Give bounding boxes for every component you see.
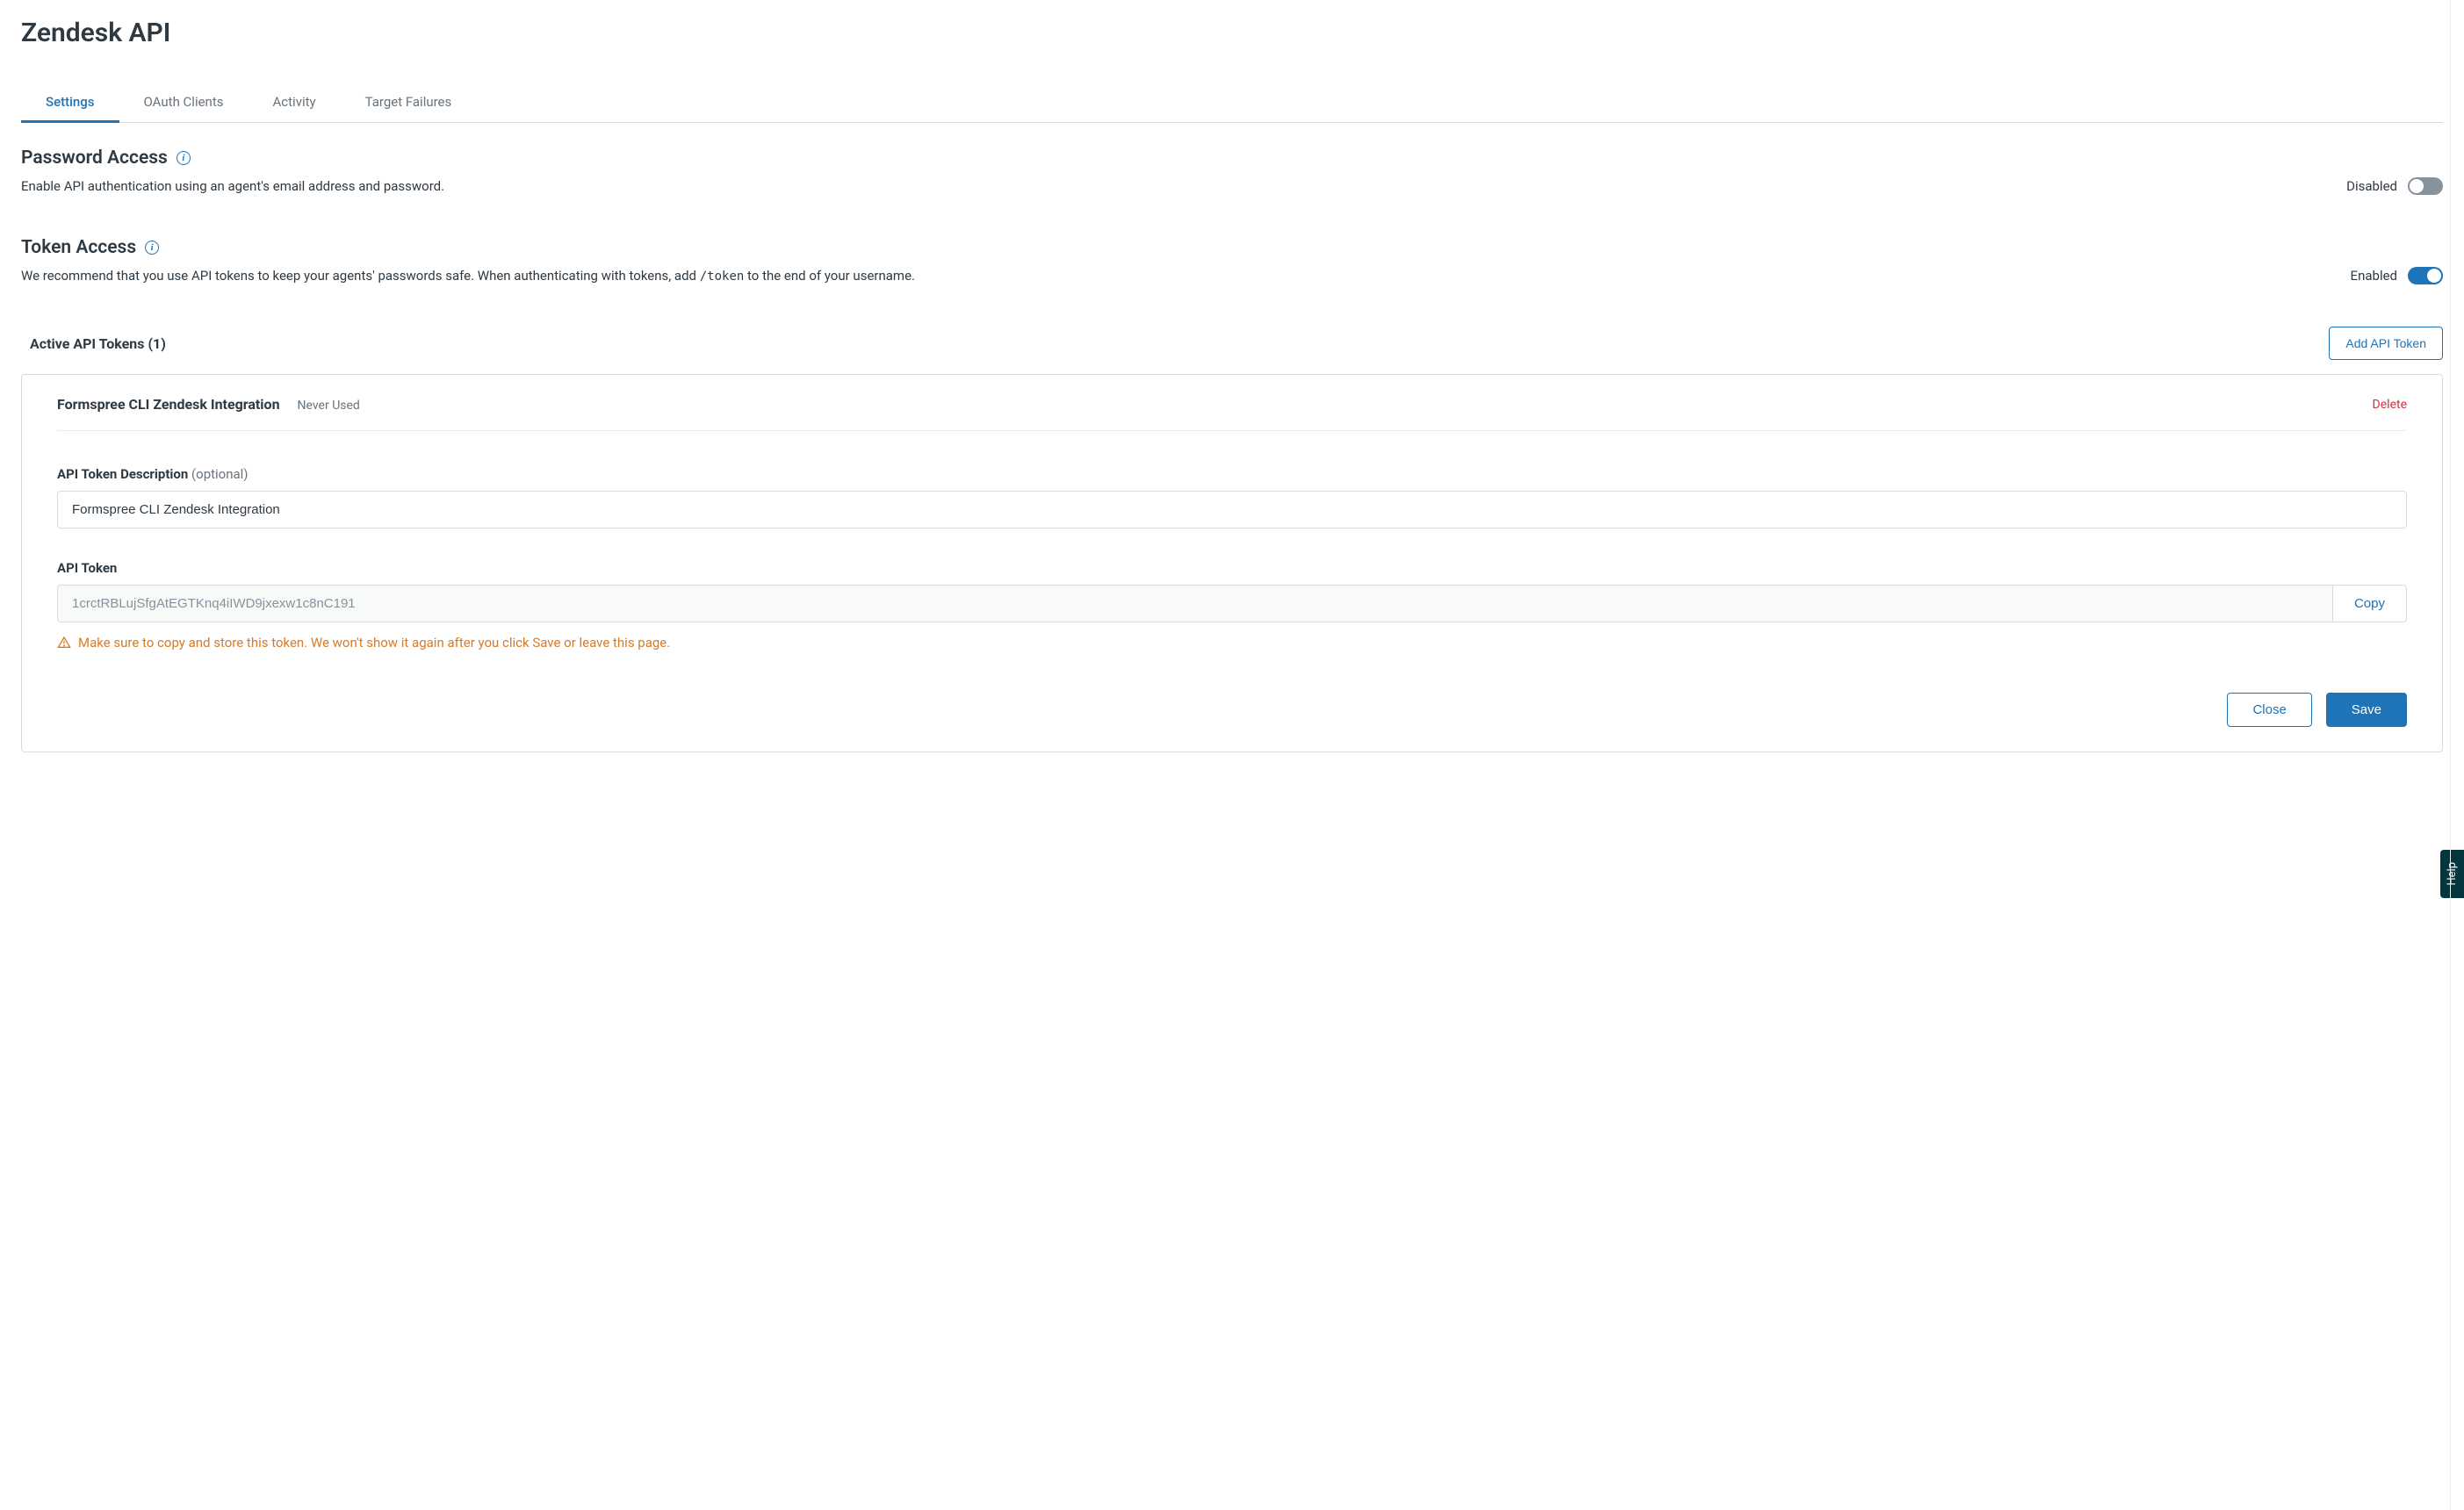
password-access-description: Enable API authentication using an agent… (21, 178, 444, 194)
password-access-title: Password Access (21, 147, 168, 169)
tab-target-failures[interactable]: Target Failures (341, 83, 477, 123)
password-access-section: Password Access Enable API authenticatio… (21, 147, 2443, 195)
password-access-toggle-label: Disabled (2346, 178, 2397, 194)
tab-settings[interactable]: Settings (21, 83, 119, 123)
token-access-desc-pre: We recommend that you use API tokens to … (21, 268, 700, 284)
token-access-description: We recommend that you use API tokens to … (21, 268, 915, 284)
close-button[interactable]: Close (2227, 693, 2311, 727)
token-access-desc-post: to the end of your username. (744, 268, 915, 284)
tokens-header: Active API Tokens (1) Add API Token (21, 327, 2443, 360)
info-icon[interactable] (145, 241, 159, 255)
copy-token-button[interactable]: Copy (2332, 585, 2407, 622)
token-description-label: API Token Description (optional) (57, 466, 2407, 482)
active-tokens-title: Active API Tokens (1) (30, 335, 166, 352)
token-status: Never Used (298, 399, 360, 413)
token-access-section: Token Access We recommend that you use A… (21, 237, 2443, 284)
password-access-toggle[interactable] (2408, 177, 2443, 195)
help-tab[interactable]: Help (2440, 850, 2464, 898)
page-title: Zendesk API (21, 18, 2443, 48)
token-description-input[interactable] (57, 491, 2407, 528)
token-description-label-text: API Token Description (57, 466, 191, 482)
scrollbar-track (2450, 0, 2462, 1510)
token-description-optional: (optional) (191, 466, 249, 482)
token-card: Formspree CLI Zendesk Integration Never … (21, 374, 2443, 752)
help-label: Help (2446, 862, 2459, 886)
token-warning-text: Make sure to copy and store this token. … (78, 635, 670, 651)
token-access-toggle-label: Enabled (2351, 268, 2397, 284)
token-access-toggle[interactable] (2408, 267, 2443, 284)
tab-activity[interactable]: Activity (249, 83, 341, 123)
warning-icon (57, 636, 71, 650)
save-button[interactable]: Save (2326, 693, 2407, 727)
api-token-value[interactable] (57, 585, 2332, 622)
token-warning: Make sure to copy and store this token. … (57, 635, 2407, 651)
tabs-bar: Settings OAuth Clients Activity Target F… (21, 83, 2443, 123)
token-access-desc-code: /token (700, 270, 745, 284)
delete-token-link[interactable]: Delete (2373, 398, 2407, 412)
tab-oauth-clients[interactable]: OAuth Clients (119, 83, 249, 123)
token-name: Formspree CLI Zendesk Integration (57, 396, 280, 413)
add-api-token-button[interactable]: Add API Token (2329, 327, 2443, 360)
api-token-label: API Token (57, 560, 2407, 576)
info-icon[interactable] (177, 151, 191, 165)
token-access-title: Token Access (21, 237, 136, 258)
